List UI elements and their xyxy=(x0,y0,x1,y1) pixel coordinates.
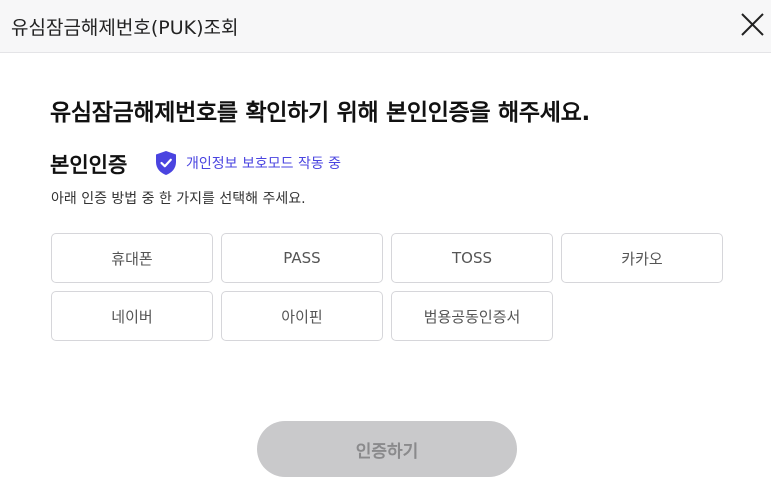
modal-title: 유심잠금해제번호(PUK)조회 xyxy=(11,17,239,39)
method-kakao-button[interactable]: 카카오 xyxy=(561,233,723,283)
close-icon xyxy=(741,13,764,36)
privacy-mode-badge: 개인정보 보호모드 작동 중 xyxy=(154,150,341,176)
privacy-mode-text: 개인정보 보호모드 작동 중 xyxy=(186,156,342,172)
method-naver-button[interactable]: 네이버 xyxy=(51,291,213,341)
method-toss-button[interactable]: TOSS xyxy=(391,233,553,283)
puk-lookup-modal: 유심잠금해제번호(PUK)조회 유심잠금해제번호를 확인하기 위해 본인인증을 … xyxy=(0,0,771,491)
method-pass-button[interactable]: PASS xyxy=(221,233,383,283)
page-headline: 유심잠금해제번호를 확인하기 위해 본인인증을 해주세요. xyxy=(50,100,590,126)
instruction-text: 아래 인증 방법 중 한 가지를 선택해 주세요. xyxy=(51,191,306,207)
close-button[interactable] xyxy=(736,8,770,42)
section-title: 본인인증 xyxy=(50,153,128,177)
shield-check-icon xyxy=(156,151,176,175)
modal-header: 유심잠금해제번호(PUK)조회 xyxy=(0,0,771,53)
method-ipin-button[interactable]: 아이핀 xyxy=(221,291,383,341)
authenticate-button[interactable]: 인증하기 xyxy=(257,421,517,477)
method-mobile-button[interactable]: 휴대폰 xyxy=(51,233,213,283)
method-certificate-button[interactable]: 범용공동인증서 xyxy=(391,291,553,341)
